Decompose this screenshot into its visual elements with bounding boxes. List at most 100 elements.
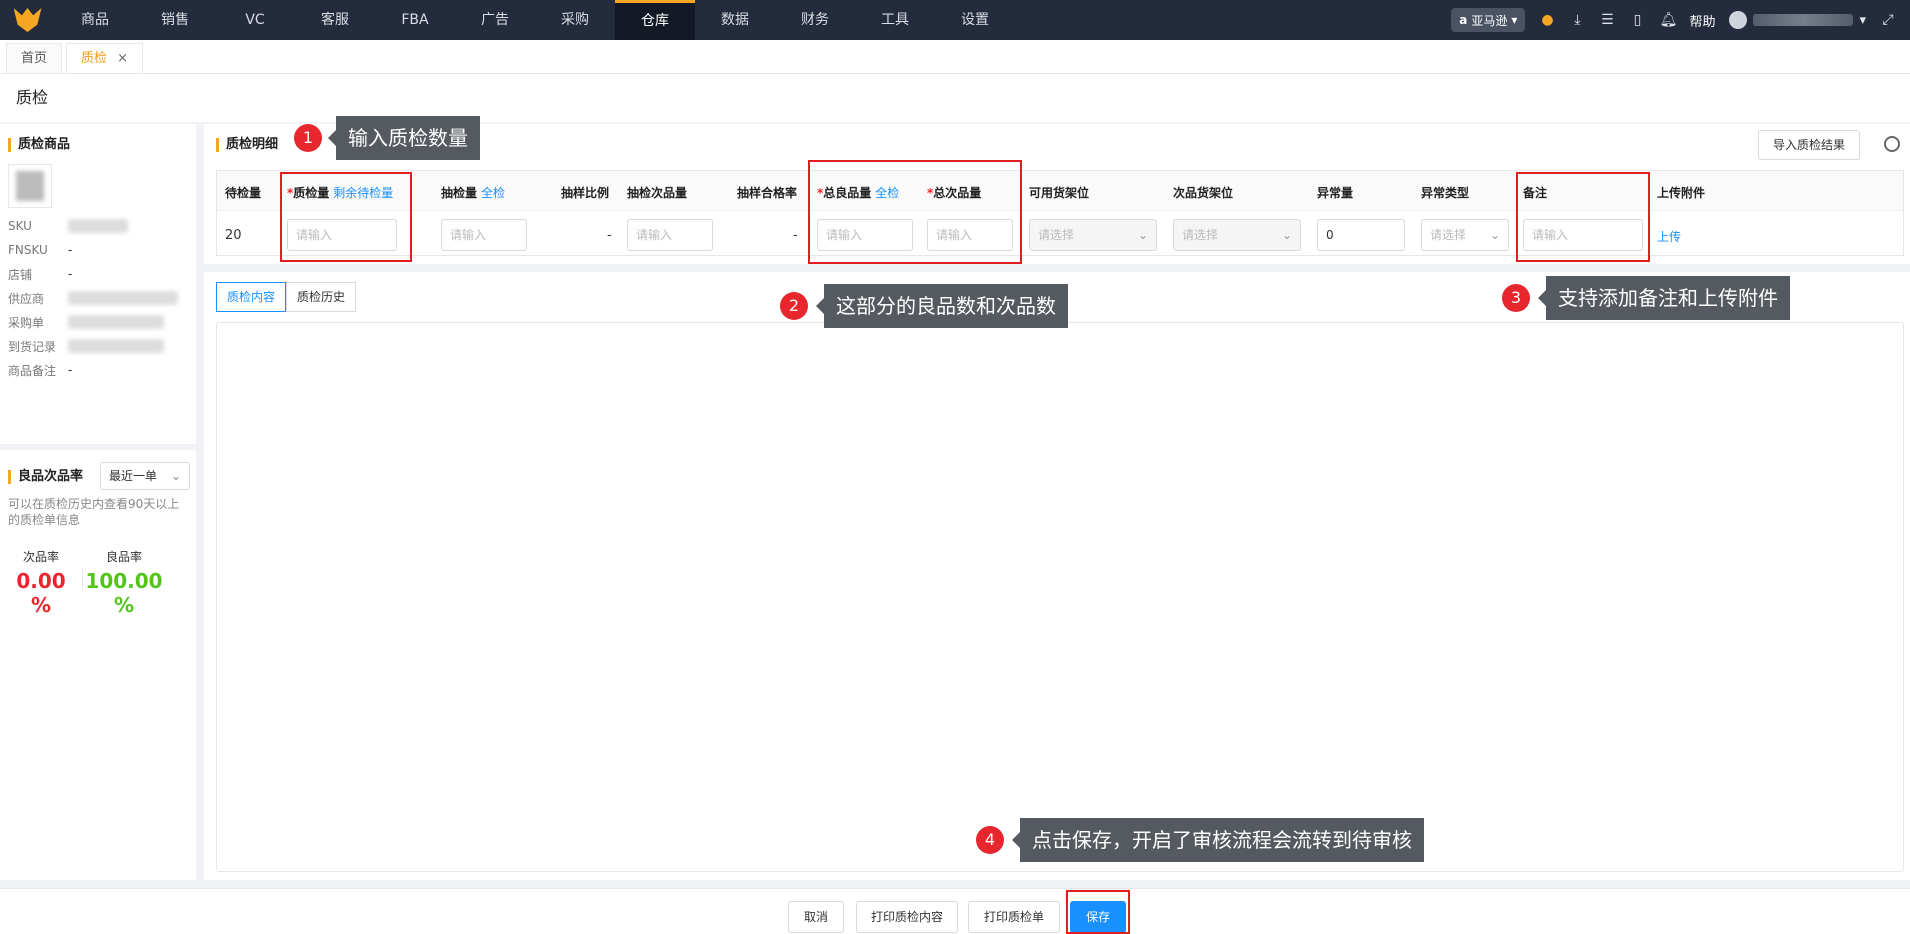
qc-detail-table: 待检量 *质检量 剩余待检量 抽检量 全检 抽样比例 抽检次品量 抽样合格率 *总良… [216, 170, 1904, 256]
upload-link[interactable]: 上传 [1657, 228, 1681, 245]
notification-dot-icon[interactable]: ● [1539, 12, 1555, 28]
abnormal-type-select[interactable]: 请选择 ⌄ [1421, 219, 1509, 251]
avail-shelf-select[interactable]: 请选择 ⌄ [1029, 219, 1157, 251]
qc-content-area [216, 322, 1904, 872]
info-row-po: 采购单 [0, 310, 196, 334]
col-abnormal-type: 异常类型 [1421, 186, 1470, 200]
product-info-panel: 质检商品 SKU FNSKU - 店铺 - 供应商 采购单 到货记录 商品备注 - [0, 124, 196, 444]
col-sample-defect: 抽检次品量 [627, 186, 688, 200]
col-defect-shelf: 次品货架位 [1173, 186, 1234, 200]
abnormal-type-placeholder: 请选择 [1430, 228, 1467, 242]
store-selector-label: 亚马逊 [1471, 13, 1508, 28]
caret-down-icon: ▾ [1859, 12, 1866, 28]
good-rate-value: 100.00 [85, 569, 163, 593]
annotation-callout-2: 这部分的良品数和次品数 [816, 284, 1068, 328]
info-row-supplier: 供应商 [0, 286, 196, 310]
col-abnormal-qty: 异常量 [1317, 186, 1354, 200]
nav-item-tools[interactable]: 工具 [855, 0, 935, 40]
info-key: 商品备注 [8, 363, 57, 378]
store-selector[interactable]: a 亚马逊 ▾ [1451, 8, 1526, 32]
sku-value-blurred [68, 219, 128, 233]
tab-qc-label: 质检 [81, 51, 108, 66]
nav-item-settings[interactable]: 设置 [935, 0, 1015, 40]
close-icon[interactable]: × [117, 51, 128, 66]
sample-pass-value: - [793, 228, 798, 243]
nav-item-finance[interactable]: 财务 [775, 0, 855, 40]
rate-hint: 可以在质检历史内查看90天以上的质检单信息 [8, 497, 180, 527]
rate-panel: 良品次品率 最近一单 ⌄ 可以在质检历史内查看90天以上的质检单信息 次品率 0.… [0, 450, 196, 880]
col-attachment: 上传附件 [1657, 186, 1706, 200]
info-row-sku: SKU [0, 214, 196, 238]
defect-rate: 次品率 0.00% [0, 548, 82, 617]
info-key: SKU [8, 219, 32, 233]
nav-item-products[interactable]: 商品 [55, 0, 135, 40]
defect-shelf-select[interactable]: 请选择 ⌄ [1173, 219, 1301, 251]
nav-right-tools: a 亚马逊 ▾ ● ⤓ ☰ ▯ 🔔︎ 帮助 ▾ ⤢ [1451, 0, 1910, 40]
footer-actions: 取消 打印质检内容 打印质检单 保存 [0, 888, 1910, 934]
defect-rate-value: 0.00 [16, 569, 66, 593]
chevron-down-icon: ⌄ [1137, 228, 1148, 242]
chevron-down-icon: ⌄ [1489, 228, 1500, 242]
nav-item-ads[interactable]: 广告 [455, 0, 535, 40]
info-value: - [68, 363, 73, 377]
print-qc-content-button[interactable]: 打印质检内容 [856, 901, 958, 933]
abnormal-qty-input[interactable]: 0 [1317, 219, 1405, 251]
sample-defect-input[interactable]: 请输入 [627, 219, 713, 251]
info-row-fnsku: FNSKU - [0, 238, 196, 262]
col-sample-qty: 抽检量 全检 [441, 184, 505, 201]
import-qc-result-button[interactable]: 导入质检结果 [1757, 130, 1860, 160]
annotation-box-3 [1516, 172, 1650, 262]
mobile-icon[interactable]: ▯ [1629, 12, 1645, 28]
download-icon[interactable]: ⤓ [1569, 12, 1585, 28]
annotation-callout-4: 点击保存，开启了审核流程会流转到待审核 [1012, 818, 1424, 862]
nav-item-data[interactable]: 数据 [695, 0, 775, 40]
user-menu[interactable]: ▾ [1729, 11, 1866, 29]
annotation-box-4 [1066, 890, 1130, 934]
username-blurred [1753, 14, 1854, 26]
sample-qty-input[interactable]: 请输入 [441, 219, 527, 251]
good-rate-label: 良品率 [105, 550, 142, 564]
defect-rate-unit: % [30, 593, 52, 617]
annotation-badge-3: 3 [1502, 284, 1530, 312]
nav-item-fba[interactable]: FBA [375, 0, 455, 40]
tab-qc-history[interactable]: 质检历史 [286, 282, 357, 312]
rate-period-value: 最近一单 [109, 469, 158, 483]
rate-period-select[interactable]: 最近一单 ⌄ [100, 462, 190, 490]
amazon-icon: a [1459, 13, 1468, 27]
task-list-icon[interactable]: ☰ [1599, 12, 1615, 28]
main-menu: 商品 销售 VC 客服 FBA 广告 采购 仓库 数据 财务 工具 设置 [55, 0, 1015, 40]
nav-item-service[interactable]: 客服 [295, 0, 375, 40]
defect-shelf-placeholder: 请选择 [1182, 228, 1219, 242]
help-link[interactable]: 帮助 [1689, 11, 1715, 30]
nav-item-warehouse[interactable]: 仓库 [615, 0, 695, 40]
nav-item-sales[interactable]: 销售 [135, 0, 215, 40]
info-key: FNSKU [8, 243, 48, 257]
tab-qc[interactable]: 质检 × [66, 43, 144, 73]
nav-item-vc[interactable]: VC [215, 0, 295, 40]
info-key: 到货记录 [8, 339, 57, 354]
annotation-callout-1: 输入质检数量 [328, 116, 480, 160]
top-navbar: 商品 销售 VC 客服 FBA 广告 采购 仓库 数据 财务 工具 设置 a 亚… [0, 0, 1910, 40]
sample-full-check-link[interactable]: 全检 [481, 186, 505, 200]
info-row-store: 店铺 - [0, 262, 196, 286]
cancel-button[interactable]: 取消 [788, 901, 844, 933]
sample-ratio-value: - [607, 228, 612, 243]
avatar [1729, 11, 1748, 29]
col-sample-ratio: 抽样比例 [561, 186, 610, 200]
print-qc-sheet-button[interactable]: 打印质检单 [968, 901, 1060, 933]
info-key: 供应商 [8, 291, 45, 306]
col-sample-qty-label: 抽检量 [441, 186, 478, 200]
tab-qc-content[interactable]: 质检内容 [216, 282, 287, 312]
tab-home[interactable]: 首页 [6, 43, 63, 73]
nav-item-purchase[interactable]: 采购 [535, 0, 615, 40]
chevron-down-icon: ⌄ [1281, 228, 1292, 242]
avail-shelf-placeholder: 请选择 [1038, 228, 1075, 242]
fullscreen-icon[interactable]: ⤢ [1880, 12, 1896, 28]
defect-rate-label: 次品率 [22, 550, 59, 564]
product-thumbnail [8, 164, 52, 208]
annotation-box-1 [280, 172, 412, 262]
gear-icon[interactable] [1884, 136, 1900, 152]
app-logo[interactable] [0, 0, 55, 40]
bell-icon[interactable]: 🔔︎ [1659, 12, 1677, 28]
content-tabs: 质检内容 质检历史 [216, 282, 357, 312]
